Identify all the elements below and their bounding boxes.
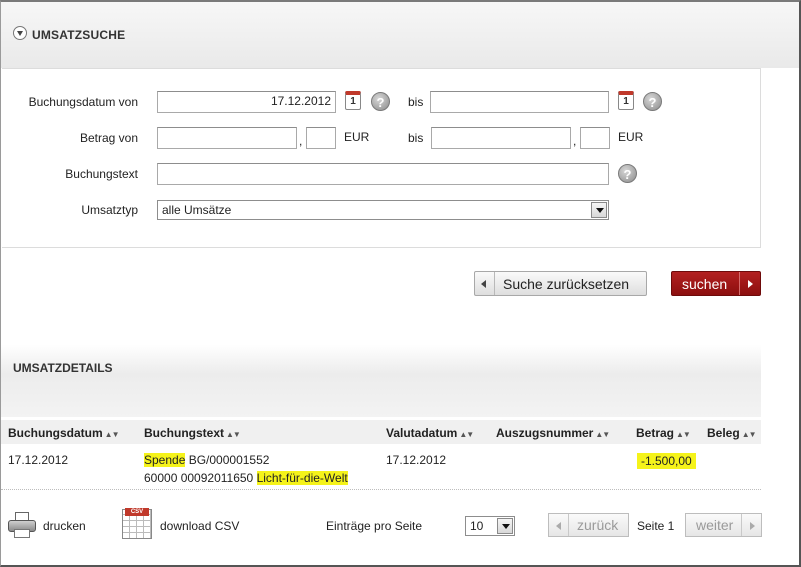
download-csv-link[interactable]: download CSV [160, 519, 239, 533]
per-page-label: Einträge pro Seite [326, 519, 423, 533]
row-booking-text-line1: Spende BG/000001552 [144, 453, 270, 467]
booking-date-from-input[interactable]: 17.12.2012 [157, 91, 336, 113]
arrow-left-icon [549, 514, 569, 536]
help-icon-date[interactable]: ? [371, 92, 390, 111]
reset-search-label: Suche zurücksetzen [503, 276, 630, 292]
col-statement-number[interactable]: Auszugsnummer ▲▼ [496, 426, 610, 440]
amount-to-cent-input[interactable] [580, 127, 610, 149]
transaction-type-label: Umsatztyp [81, 203, 138, 217]
arrow-right-icon [739, 272, 760, 295]
highlight-spende: Spende [144, 453, 186, 467]
sort-icon[interactable]: ▲▼ [226, 430, 241, 439]
calendar-icon-from[interactable]: 1 [345, 91, 361, 110]
col-amount[interactable]: Betrag ▲▼ [636, 426, 691, 440]
amount-from-cent-input[interactable] [306, 127, 336, 149]
section-title-search: UMSATZSUCHE [32, 28, 126, 42]
page-indicator: Seite 1 [637, 519, 675, 533]
reset-search-button[interactable]: Suche zurücksetzen [474, 271, 647, 296]
previous-page-label: zurück [577, 517, 619, 533]
csv-badge: CSV [125, 508, 149, 516]
sort-icon[interactable]: ▲▼ [459, 430, 474, 439]
print-link[interactable]: drucken [43, 519, 86, 533]
col-value-date[interactable]: Valutadatum ▲▼ [386, 426, 474, 440]
section-title-details: UMSATZDETAILS [13, 361, 113, 375]
table-row: 17.12.2012 Spende BG/000001552 60000 000… [1, 444, 761, 490]
per-page-select[interactable]: 10 [465, 516, 515, 536]
table-header: Buchungsdatum ▲▼ Buchungstext ▲▼ Valutadat… [1, 420, 761, 444]
transaction-type-value: alle Umsätze [162, 203, 232, 217]
printer-icon[interactable] [8, 512, 36, 538]
umsatzsuche-header[interactable]: UMSATZSUCHE [1, 2, 799, 68]
chevron-down-icon[interactable] [591, 202, 607, 218]
sort-icon[interactable]: ▲▼ [595, 430, 610, 439]
row-value-date: 17.12.2012 [386, 453, 447, 467]
table-footer: drucken CSV download CSV Einträge pro Se… [1, 491, 762, 561]
sort-icon[interactable]: ▲▼ [742, 430, 757, 439]
collapse-toggle-icon[interactable] [13, 26, 27, 40]
amount-from-euro-input[interactable] [157, 127, 297, 149]
csv-icon[interactable]: CSV [122, 508, 152, 539]
booking-text-input[interactable] [157, 163, 609, 185]
col-booking-text[interactable]: Buchungstext ▲▼ [144, 426, 241, 440]
decimal-separator: , [299, 134, 303, 148]
booking-date-from-label: Buchungsdatum von [28, 95, 138, 109]
previous-page-button[interactable]: zurück [548, 513, 629, 537]
arrow-left-icon [475, 272, 495, 295]
highlight-recipient: Licht-für-die-Welt [256, 471, 348, 485]
amount-from-label: Betrag von [79, 131, 138, 145]
chevron-down-icon[interactable] [497, 518, 513, 534]
currency-label-to: EUR [618, 130, 644, 144]
per-page-value: 10 [470, 519, 484, 533]
umsatzdetails-header: UMSATZDETAILS [1, 345, 761, 417]
help-icon-text[interactable]: ? [618, 164, 637, 183]
help-icon-date-to[interactable]: ? [643, 92, 662, 111]
booking-date-to-label: bis [408, 95, 424, 109]
arrow-right-icon [741, 514, 761, 536]
sort-icon[interactable]: ▲▼ [676, 430, 691, 439]
amount-to-label: bis [408, 131, 424, 145]
search-button[interactable]: suchen [671, 271, 761, 296]
row-amount: -1.500,00 [637, 453, 696, 469]
transaction-type-select[interactable]: alle Umsätze [157, 200, 609, 220]
next-page-button[interactable]: weiter [685, 513, 762, 537]
calendar-icon-to[interactable]: 1 [618, 91, 634, 110]
col-booking-date[interactable]: Buchungsdatum ▲▼ [8, 426, 120, 440]
booking-text-label: Buchungstext [65, 167, 138, 181]
search-button-label: suchen [682, 276, 728, 292]
decimal-separator-to: , [573, 134, 577, 148]
row-booking-text-line2: 60000 00092011650 Licht-für-die-Welt [144, 471, 348, 485]
currency-label: EUR [344, 130, 370, 144]
col-receipt[interactable]: Beleg ▲▼ [707, 426, 757, 440]
sort-icon[interactable]: ▲▼ [105, 430, 120, 439]
next-page-label: weiter [696, 517, 734, 533]
booking-date-to-input[interactable] [430, 91, 609, 113]
amount-to-euro-input[interactable] [431, 127, 571, 149]
row-booking-date: 17.12.2012 [8, 453, 69, 467]
